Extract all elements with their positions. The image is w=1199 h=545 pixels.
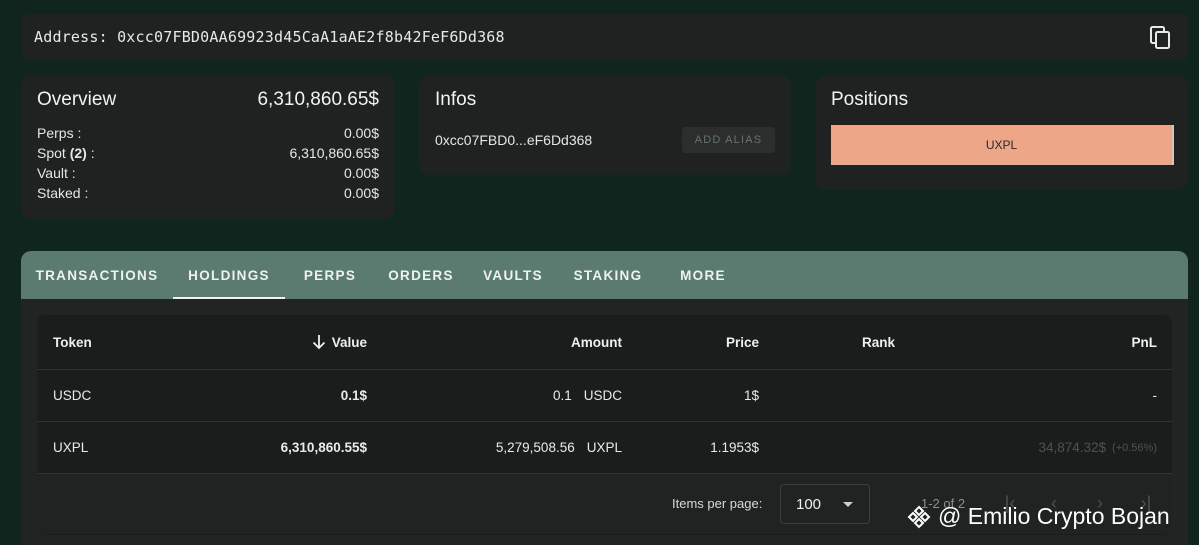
tab-staking[interactable]: STAKING: [559, 251, 657, 299]
arrow-down-icon: [312, 334, 326, 350]
overview-title: Overview: [37, 89, 117, 110]
table-row: USDC 0.1$ 0.1 USDC 1$ -: [37, 370, 1172, 422]
overview-value: 0.00$: [343, 125, 379, 141]
add-alias-button[interactable]: ADD ALIAS: [682, 127, 775, 153]
overview-value: 6,310,860.65$: [289, 145, 379, 161]
col-amount-header[interactable]: Amount: [571, 315, 622, 369]
pnl-cell: -: [1152, 388, 1158, 403]
holdings-table: Token Value Amount Price Rank PnL USDC 0…: [37, 315, 1172, 535]
table-header-row: Token Value Amount Price Rank PnL: [37, 315, 1172, 370]
overview-row-vault: Vault : 0.00$: [37, 163, 379, 183]
col-value-header[interactable]: Value: [312, 315, 367, 369]
overview-row-spot: Spot (2) : 6,310,860.65$: [37, 143, 379, 163]
tab-perps[interactable]: PERPS: [285, 251, 375, 299]
token-cell: UXPL: [53, 440, 89, 455]
amount-cell: 0.1 USDC: [552, 388, 622, 403]
address-bar: Address: 0xcc07FBD0AA69923d45CaA1aAE2f8b…: [22, 14, 1188, 60]
tab-orders[interactable]: ORDERS: [375, 251, 467, 299]
col-price-header[interactable]: Price: [726, 315, 759, 369]
tab-bar: TRANSACTIONS HOLDINGS PERPS ORDERS VAULT…: [21, 251, 1188, 299]
value-cell: 6,310,860.55$: [280, 440, 367, 455]
tab-vaults[interactable]: VAULTS: [467, 251, 559, 299]
table-row: UXPL 6,310,860.55$ 5,279,508.56 UXPL 1.19…: [37, 422, 1172, 474]
positions-card: Positions UXPL: [816, 75, 1188, 190]
items-per-page-label: Items per page:: [672, 496, 763, 511]
binance-logo-icon: [906, 504, 932, 530]
overview-label: Spot (2) :: [37, 145, 95, 161]
tab-more[interactable]: MORE: [657, 251, 749, 299]
position-bar-uxpl[interactable]: UXPL: [831, 125, 1174, 165]
holdings-panel: TRANSACTIONS HOLDINGS PERPS ORDERS VAULT…: [21, 251, 1188, 545]
col-rank-header[interactable]: Rank: [862, 315, 895, 369]
overview-row-perps: Perps : 0.00$: [37, 123, 379, 143]
copy-icon[interactable]: [1150, 26, 1172, 50]
token-cell: USDC: [53, 388, 92, 403]
short-address: 0xcc07FBD0...eF6Dd368: [435, 132, 593, 148]
overview-row-staked: Staked : 0.00$: [37, 183, 379, 203]
tab-holdings[interactable]: HOLDINGS: [173, 251, 285, 299]
value-cell: 0.1$: [340, 388, 367, 403]
overview-label: Perps :: [37, 125, 82, 141]
overview-label: Staked :: [37, 185, 89, 201]
tab-transactions[interactable]: TRANSACTIONS: [21, 251, 173, 299]
watermark: @ Emilio Crypto Bojan: [906, 503, 1170, 530]
amount-cell: 5,279,508.56 UXPL: [495, 440, 622, 455]
overview-value: 0.00$: [343, 165, 379, 181]
price-cell: 1$: [743, 388, 759, 403]
price-cell: 1.1953$: [710, 440, 759, 455]
overview-label: Vault :: [37, 165, 76, 181]
pnl-percent: (+0.56%): [1112, 441, 1157, 454]
infos-card: Infos 0xcc07FBD0...eF6Dd368 ADD ALIAS: [419, 75, 791, 175]
col-pnl-header[interactable]: PnL: [1132, 315, 1158, 369]
watermark-text: @ Emilio Crypto Bojan: [938, 503, 1170, 529]
caret-down-icon: [843, 502, 853, 507]
col-token-header[interactable]: Token: [53, 315, 92, 369]
infos-title: Infos: [435, 89, 477, 110]
items-per-page-select[interactable]: 100: [780, 484, 870, 524]
overview-total: 6,310,860.65$: [257, 89, 379, 110]
positions-title: Positions: [831, 89, 909, 110]
overview-card: Overview 6,310,860.65$ Perps : 0.00$ Spo…: [21, 75, 395, 219]
overview-value: 0.00$: [343, 185, 379, 201]
address-label: Address: 0xcc07FBD0AA69923d45CaA1aAE2f8b…: [34, 28, 505, 46]
pnl-cell: 34,874.32$ (+0.56%): [1038, 440, 1157, 455]
